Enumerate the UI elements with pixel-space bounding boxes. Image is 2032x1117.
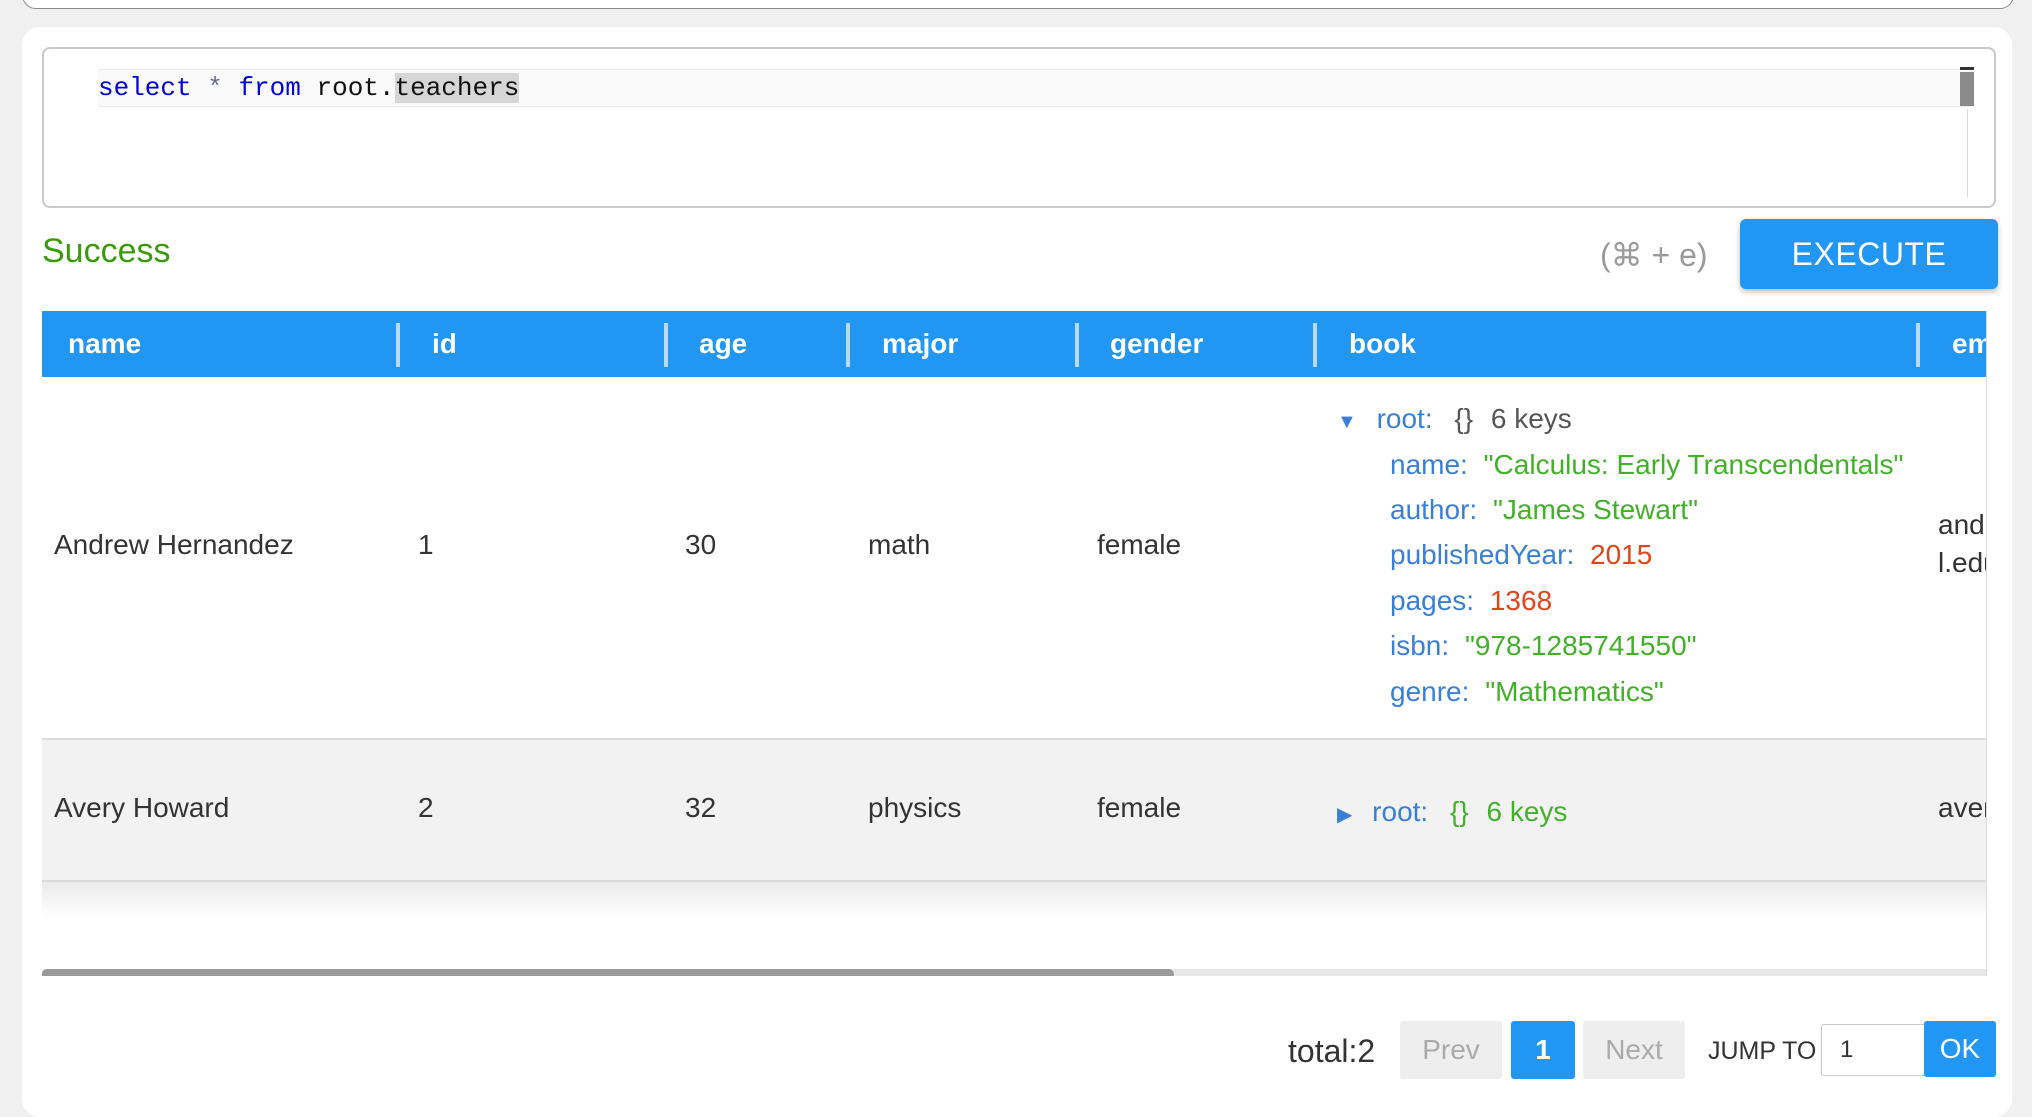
cell-gender: female: [1097, 529, 1182, 560]
json-key-count: 6 keys: [1490, 403, 1572, 434]
jump-to-page-input[interactable]: [1821, 1024, 1931, 1076]
jump-ok-button[interactable]: OK: [1924, 1021, 1996, 1077]
cell-gender: female: [1097, 792, 1182, 823]
json-value: 2015: [1590, 539, 1653, 570]
vertical-scrollbar[interactable]: [1986, 311, 1997, 976]
editor-scrollbar[interactable]: [1960, 67, 1974, 110]
json-field: pages: 1368: [1390, 585, 1552, 617]
json-value: 1368: [1489, 585, 1553, 616]
json-field: author: "James Stewart": [1390, 494, 1698, 526]
column-resizer[interactable]: [846, 323, 850, 367]
column-resizer[interactable]: [1075, 323, 1079, 367]
json-field: name: "Calculus: Early Transcendentals": [1390, 449, 1903, 481]
results-table: name id age major gender book em Andrew …: [42, 311, 1986, 976]
execute-shortcut-hint: (⌘ + e): [1600, 237, 1708, 273]
cell-major: math: [868, 529, 931, 560]
page-1-button[interactable]: 1: [1511, 1021, 1575, 1079]
cell-age: 30: [685, 529, 717, 560]
json-key-count: 6 keys: [1486, 796, 1568, 827]
json-value: "James Stewart": [1492, 494, 1699, 525]
table-header: name id age major gender book em: [42, 311, 1986, 377]
column-resizer[interactable]: [1916, 323, 1920, 367]
json-key: author:: [1390, 494, 1478, 525]
json-field: publishedYear: 2015: [1390, 539, 1652, 571]
column-header-name[interactable]: name: [68, 311, 141, 377]
collapse-arrow-icon[interactable]: ▼: [1337, 411, 1357, 434]
cell-id: 1: [418, 529, 434, 560]
table-empty-area: [42, 882, 1986, 918]
json-root-line[interactable]: ▼ root: {} 6 keys: [1337, 403, 1572, 435]
cell-name: Andrew Hernandez: [54, 529, 294, 560]
cell-email-wrap: l.edu: [1938, 547, 1986, 578]
json-root-line[interactable]: ▶ root: {} 6 keys: [1337, 796, 1567, 828]
expand-arrow-icon[interactable]: ▶: [1337, 802, 1352, 827]
json-key: publishedYear:: [1390, 539, 1575, 570]
keyword-select: select: [98, 73, 192, 103]
status-message: Success: [42, 232, 171, 270]
json-root-label: root:: [1372, 796, 1429, 827]
editor-scrollbar-thumb[interactable]: [1960, 72, 1974, 106]
column-resizer[interactable]: [1313, 323, 1317, 367]
column-header-email[interactable]: em: [1952, 311, 1986, 377]
table-prefix: root.: [316, 73, 395, 103]
json-field: genre: "Mathematics": [1390, 676, 1664, 708]
execute-button[interactable]: EXECUTE: [1740, 219, 1998, 289]
operator-star: *: [207, 73, 223, 103]
keyword-from: from: [238, 73, 301, 103]
selected-text: teachers: [394, 73, 520, 103]
total-count: total:2: [1288, 1033, 1376, 1069]
column-header-gender[interactable]: gender: [1110, 311, 1203, 377]
column-header-id[interactable]: id: [432, 311, 457, 377]
query-editor[interactable]: select * from root.teachers: [42, 47, 1996, 208]
horizontal-scrollbar-thumb[interactable]: [42, 969, 1174, 976]
column-header-age[interactable]: age: [699, 311, 747, 377]
json-value: "978-1285741550": [1464, 630, 1697, 661]
column-resizer[interactable]: [664, 323, 668, 367]
json-key: isbn:: [1390, 630, 1450, 661]
table-row: Avery Howard 2 32 physics female ▶ root:…: [42, 740, 1986, 882]
column-header-major[interactable]: major: [882, 311, 958, 377]
cell-name: Avery Howard: [54, 792, 230, 823]
table-row: Andrew Hernandez 1 30 math female ▼ root…: [42, 377, 1986, 740]
cell-email: aver: [1938, 792, 1986, 823]
query-line[interactable]: select * from root.teachers: [98, 69, 1970, 107]
json-root-label: root:: [1376, 403, 1433, 434]
json-key: name:: [1390, 449, 1468, 480]
json-value: "Calculus: Early Transcendentals": [1483, 449, 1904, 480]
editor-scroll-track: [1967, 109, 1968, 197]
next-page-button[interactable]: Next: [1583, 1021, 1685, 1079]
jump-to-label: JUMP TO: [1708, 1037, 1817, 1065]
previous-panel: [22, 0, 2014, 9]
json-braces: {}: [1454, 403, 1474, 434]
json-key: genre:: [1390, 676, 1470, 707]
json-braces: {}: [1449, 796, 1469, 827]
cell-id: 2: [418, 792, 434, 823]
prev-page-button[interactable]: Prev: [1400, 1021, 1502, 1079]
cell-age: 32: [685, 792, 717, 823]
json-field: isbn: "978-1285741550": [1390, 630, 1697, 662]
column-resizer[interactable]: [396, 323, 400, 367]
column-header-book[interactable]: book: [1349, 311, 1416, 377]
cell-major: physics: [868, 792, 962, 823]
json-key: pages:: [1390, 585, 1475, 616]
cell-email: and: [1938, 509, 1985, 540]
json-value: "Mathematics": [1485, 676, 1664, 707]
